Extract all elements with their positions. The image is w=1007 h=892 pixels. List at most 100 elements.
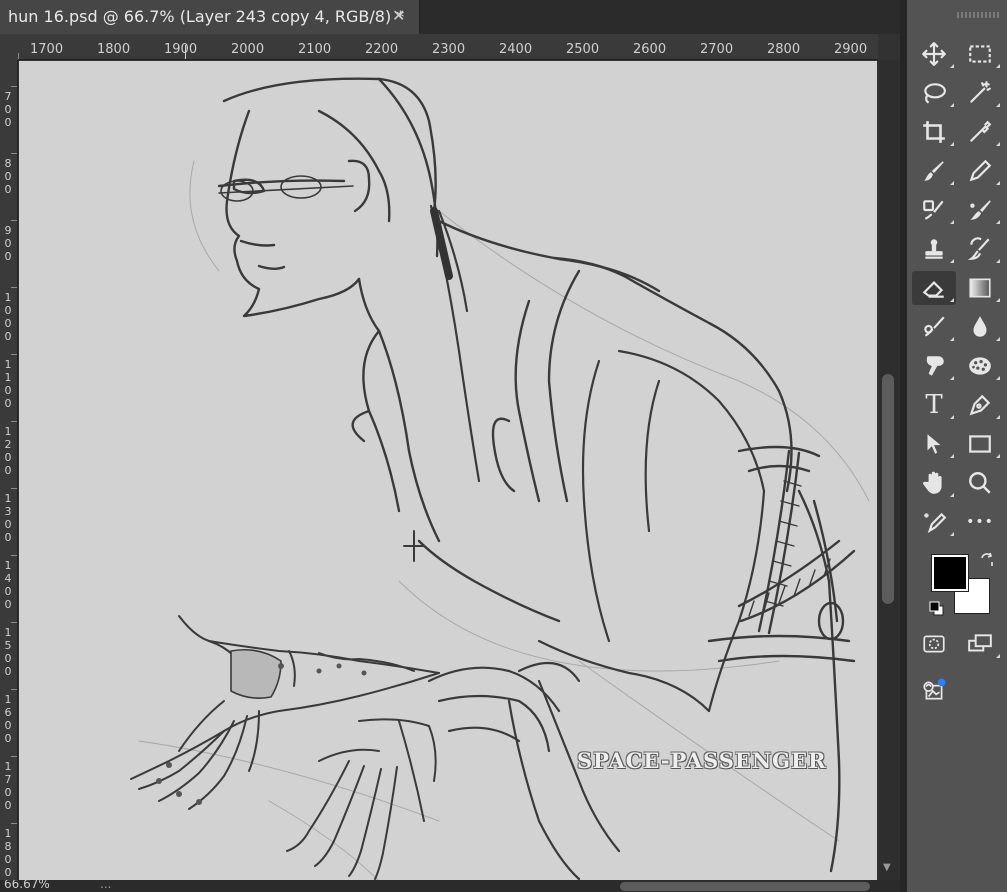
smudge-tool[interactable] — [912, 349, 956, 383]
crop-icon — [923, 121, 945, 143]
close-icon[interactable]: ✕ — [392, 6, 405, 25]
quick-mask-icon — [923, 635, 945, 653]
ruler-tick — [11, 689, 17, 690]
swap-colors-icon[interactable] — [979, 552, 995, 568]
more-tools[interactable]: ••• — [958, 505, 1002, 539]
eyedropper-tool[interactable] — [958, 115, 1002, 149]
pen-tool[interactable] — [958, 388, 1002, 422]
type-icon: T — [925, 390, 943, 420]
hand-icon — [923, 471, 942, 494]
pencil-icon — [969, 159, 992, 182]
ruler-label: 0 — [4, 853, 12, 866]
content-credentials-icon — [923, 678, 946, 700]
ruler-label: 0 — [4, 786, 12, 799]
panel-divider[interactable] — [900, 0, 907, 892]
ruler-label: 1 — [4, 693, 12, 706]
sponge-tool[interactable] — [958, 349, 1002, 383]
blur-brush-tool[interactable] — [912, 310, 956, 344]
edit-toolbar[interactable] — [912, 505, 956, 539]
vertical-ruler[interactable]: 7008009001000110012001300140015001600170… — [0, 60, 18, 880]
blur-brush-icon — [924, 316, 945, 337]
smudge-icon — [926, 356, 944, 376]
ruler-label: 3 — [4, 505, 12, 518]
move-tool[interactable] — [912, 37, 956, 71]
zoom-readout[interactable]: 66.67% — [4, 880, 50, 891]
ruler-label: 1800 — [97, 42, 131, 57]
eraser-tool[interactable] — [912, 271, 956, 305]
scroll-down-icon[interactable]: ▼ — [883, 862, 891, 873]
crop-tool[interactable] — [912, 115, 956, 149]
ruler-label: 1900 — [164, 42, 198, 57]
magic-wand-tool[interactable] — [958, 76, 1002, 110]
history-brush-tool[interactable] — [958, 232, 1002, 266]
document-tab-bar: hun 16.psd @ 66.7% (Layer 243 copy 4, RG… — [0, 0, 900, 34]
hand-tool[interactable] — [912, 466, 956, 500]
ruler-tick — [11, 823, 17, 824]
mixer-brush-tool[interactable] — [958, 193, 1002, 227]
content-credentials[interactable] — [912, 673, 956, 707]
foreground-color-swatch[interactable] — [931, 554, 969, 592]
mixer-brush-icon — [970, 200, 991, 220]
healing-brush-tool[interactable] — [912, 193, 956, 227]
ruler-tick — [11, 220, 17, 221]
ruler-tick — [11, 756, 17, 757]
ruler-label: 1 — [4, 827, 12, 840]
gradient-tool[interactable] — [958, 271, 1002, 305]
path-selection-tool[interactable] — [912, 427, 956, 461]
ruler-label: 0 — [4, 384, 12, 397]
tools-panel: T ••• — [907, 0, 1007, 892]
screen-mode[interactable] — [958, 627, 1002, 661]
brush-tool[interactable] — [912, 154, 956, 188]
arrow-icon — [927, 434, 941, 454]
zoom-icon — [969, 472, 991, 494]
ruler-label: 6 — [4, 706, 12, 719]
blur-tool[interactable] — [958, 310, 1002, 344]
ruler-label: 2000 — [231, 42, 265, 57]
eraser-icon — [922, 281, 944, 298]
ruler-label: 0 — [4, 719, 12, 732]
quick-mask-mode[interactable] — [912, 627, 956, 661]
lasso-icon — [924, 83, 946, 104]
document-tab-title: hun 16.psd @ 66.7% (Layer 243 copy 4, RG… — [8, 7, 405, 26]
ruler-label: 2 — [4, 438, 12, 451]
ruler-tick — [11, 287, 17, 288]
ruler-origin[interactable] — [0, 34, 18, 60]
ruler-label: 1 — [4, 626, 12, 639]
default-colors-icon[interactable] — [929, 601, 945, 617]
edit-toolbar-icon — [924, 512, 947, 534]
panel-grip[interactable] — [957, 12, 999, 18]
clone-stamp-tool[interactable] — [912, 232, 956, 266]
rectangle-tool[interactable] — [958, 427, 1002, 461]
more-icon: ••• — [966, 514, 994, 530]
ruler-label: 0 — [4, 330, 12, 343]
ruler-label: 0 — [4, 531, 12, 544]
vertical-scrollbar[interactable]: ▼ — [877, 60, 899, 880]
rectangular-marquee-tool[interactable] — [958, 37, 1002, 71]
horizontal-scrollbar-thumb[interactable] — [620, 882, 870, 891]
ruler-label: 1 — [4, 425, 12, 438]
magic-wand-icon — [970, 81, 991, 103]
document-tab[interactable]: hun 16.psd @ 66.7% (Layer 243 copy 4, RG… — [0, 0, 420, 34]
ruler-tick — [11, 488, 17, 489]
ruler-label: 0 — [4, 317, 12, 330]
horizontal-ruler[interactable]: 1700 1800 1900 2000 2100 2200 2300 2400 … — [18, 34, 878, 60]
move-icon — [922, 42, 946, 66]
ruler-label: 0 — [4, 116, 12, 129]
ruler-label: 1 — [4, 371, 12, 384]
status-info[interactable]: ... — [100, 880, 111, 891]
ruler-label: 0 — [4, 732, 12, 745]
eyedropper-icon — [970, 120, 992, 142]
lasso-tool[interactable] — [912, 76, 956, 110]
document-canvas[interactable]: SPACE-PASSENGER — [19, 61, 877, 881]
ruler-label: 7 — [4, 773, 12, 786]
rectangle-icon — [969, 435, 991, 453]
ruler-label: 1 — [4, 559, 12, 572]
type-tool[interactable]: T — [912, 388, 956, 422]
vertical-scrollbar-thumb[interactable] — [882, 374, 894, 604]
ruler-label: 0 — [4, 170, 12, 183]
pencil-tool[interactable] — [958, 154, 1002, 188]
drop-icon — [973, 316, 987, 337]
zoom-tool[interactable] — [958, 466, 1002, 500]
ruler-label: 0 — [4, 237, 12, 250]
ruler-label: 1700 — [30, 42, 64, 57]
